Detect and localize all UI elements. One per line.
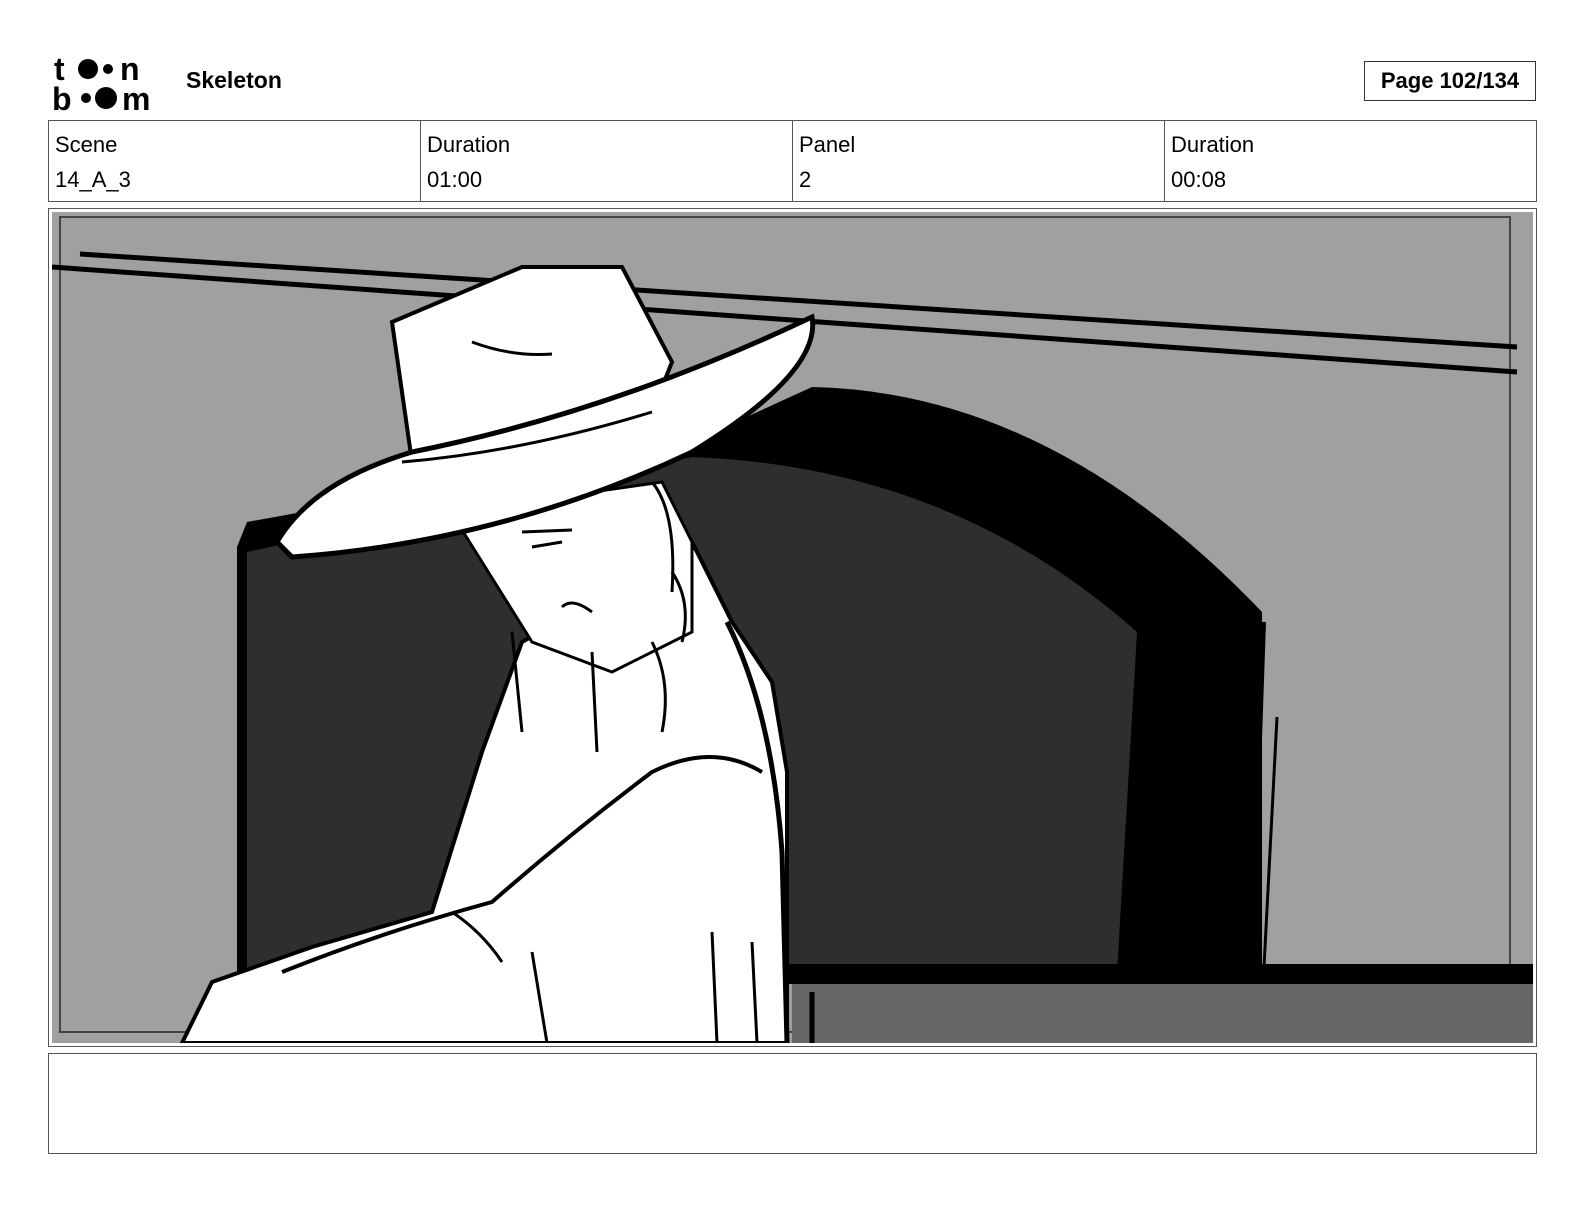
panel-sketch-image bbox=[52, 212, 1533, 1043]
page-indicator: Page 102/134 bbox=[1364, 61, 1536, 101]
scene-duration-cell: Duration 01:00 bbox=[421, 121, 793, 201]
svg-text:m: m bbox=[122, 81, 150, 112]
scene-value: 14_A_3 bbox=[55, 167, 131, 192]
panel-duration-label: Duration bbox=[1171, 132, 1255, 157]
project-title: Skeleton bbox=[186, 67, 282, 93]
scene-info-table: Scene 14_A_3 Duration 01:00 Panel 2 Dura… bbox=[48, 120, 1537, 202]
panel-label: Panel bbox=[799, 132, 856, 157]
panel-duration-value: 00:08 bbox=[1171, 167, 1227, 192]
storyboard-panel bbox=[48, 208, 1537, 1047]
scene-cell: Scene 14_A_3 bbox=[49, 121, 421, 201]
panel-value: 2 bbox=[799, 167, 812, 192]
panel-duration-cell: Duration 00:08 bbox=[1165, 121, 1536, 201]
toon-boom-logo: t n b m bbox=[52, 52, 150, 112]
panel-cell: Panel 2 bbox=[793, 121, 1165, 201]
scene-duration-label: Duration bbox=[427, 132, 511, 157]
svg-text:b: b bbox=[52, 81, 72, 112]
scene-duration-value: 01:00 bbox=[427, 167, 483, 192]
panel-notes-box bbox=[48, 1053, 1537, 1154]
scene-label: Scene bbox=[55, 132, 118, 157]
